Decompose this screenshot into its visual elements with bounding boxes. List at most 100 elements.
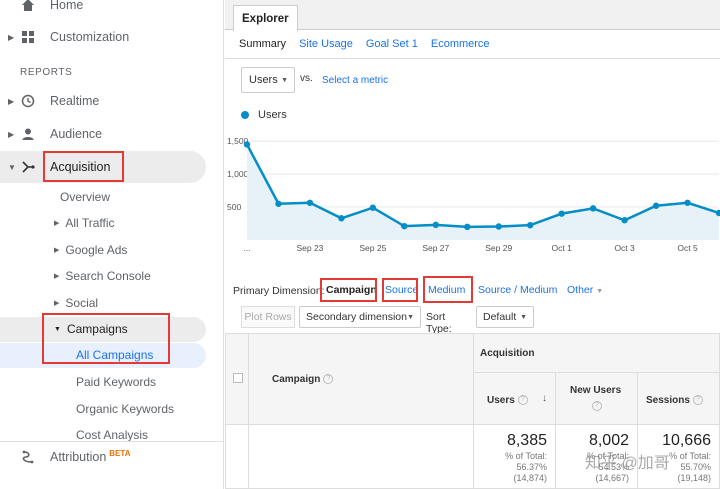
sidebar-item-home[interactable]: Home — [0, 0, 206, 20]
subtab-ecommerce[interactable]: Ecommerce — [431, 38, 490, 50]
sidebar-subitem-google-ads[interactable]: ▶ Google Ads — [54, 238, 127, 262]
metric-select[interactable]: Users ▼ — [241, 67, 295, 93]
clock-icon — [20, 93, 36, 109]
totals-select-cell — [225, 424, 249, 489]
sidebar-subitem-all-traffic[interactable]: ▶ All Traffic — [54, 211, 115, 235]
caret-down-icon: ▼ — [281, 76, 288, 84]
sidebar-item-label: Paid Keywords — [76, 375, 157, 389]
y-tick-label: 1,000 — [227, 169, 249, 179]
dimension-other-label: Other — [567, 284, 594, 296]
help-icon: ? — [323, 374, 334, 385]
campaign-header[interactable]: Campaign? — [272, 374, 334, 385]
new-users-header: New Users — [570, 385, 622, 396]
caret-down-icon: ▼ — [520, 313, 527, 321]
sidebar-item-label: Attribution — [50, 450, 107, 465]
chart-legend: Users — [241, 109, 287, 121]
sidebar-item-label: Social — [65, 296, 99, 310]
sidebar-subitem-paid-keywords[interactable]: Paid Keywords — [76, 370, 156, 394]
divider — [225, 58, 720, 59]
person-icon — [20, 126, 36, 142]
dimension-other[interactable]: Other ▼ — [567, 284, 603, 296]
watermark: 知乎 @加哥 — [585, 455, 670, 472]
select-all-checkbox[interactable] — [233, 373, 243, 383]
users-data-point — [243, 141, 251, 148]
campaigns-annotation-box — [42, 313, 170, 364]
source-annotation-box — [382, 278, 418, 302]
chevron-right-icon: ▶ — [8, 96, 15, 106]
x-tick-label: Oct 1 — [552, 243, 573, 253]
sidebar-item-label: Search Console — [65, 269, 151, 283]
sessions-total: 10,666 — [662, 432, 711, 449]
sidebar-item-label: Cost Analysis — [76, 428, 149, 442]
help-icon: ? — [692, 395, 703, 406]
users-data-point — [684, 199, 691, 206]
users-header-cell[interactable]: Users? ↓ — [473, 372, 556, 425]
users-data-point — [621, 217, 628, 224]
sessions-header: Sessions? — [646, 395, 703, 406]
secondary-dimension-value: Secondary dimension — [306, 311, 407, 323]
chevron-right-icon: ▶ — [54, 300, 60, 307]
sidebar-item-realtime[interactable]: ▶ Realtime — [0, 86, 206, 116]
x-tick-label: Oct 3 — [614, 243, 635, 253]
users-pct: 56.37% — [516, 462, 547, 472]
plot-rows-button[interactable]: Plot Rows — [241, 306, 295, 328]
acquisition-annotation-box — [43, 151, 124, 182]
metric-select-value: Users — [249, 74, 278, 86]
sidebar-item-label: Organic Keywords — [76, 402, 175, 416]
explorer-subtabs: Summary Site Usage Goal Set 1 Ecommerce — [239, 38, 490, 50]
x-tick-label: Sep 27 — [422, 243, 449, 253]
users-data-point — [652, 202, 660, 209]
legend-dot-icon — [241, 111, 249, 119]
sidebar-item-audience[interactable]: ▶ Audience — [0, 119, 206, 149]
users-data-point — [275, 200, 282, 207]
select-metric-link[interactable]: Select a metric — [322, 75, 388, 86]
sidebar-item-label: All Traffic — [65, 216, 115, 230]
chevron-right-icon: ▶ — [8, 32, 15, 42]
tab-explorer[interactable]: Explorer — [233, 5, 298, 31]
sort-type-select[interactable]: Default ▼ — [476, 306, 534, 328]
sidebar-subitem-organic-keywords[interactable]: Organic Keywords — [76, 397, 174, 421]
x-tick-label: ... — [243, 243, 250, 253]
vs-label: vs. — [300, 73, 313, 84]
primary-dimension-label: Primary Dimension: — [233, 285, 325, 297]
subtab-goal-set-1[interactable]: Goal Set 1 — [366, 38, 418, 50]
chevron-down-icon: ▼ — [8, 162, 16, 172]
sessions-of-total: (19,148) — [677, 473, 711, 483]
sessions-header-cell[interactable]: Sessions? — [637, 372, 720, 425]
new-users-of-total: (14,667) — [595, 473, 629, 483]
caret-down-icon: ▼ — [407, 313, 414, 321]
users-data-point — [306, 199, 314, 206]
sidebar: Home ▶ Customization REPORTS ▶ Realtime … — [0, 0, 224, 489]
campaign-annotation-box — [320, 278, 377, 302]
users-data-point — [338, 215, 345, 222]
chevron-right-icon: ▶ — [54, 247, 60, 254]
sidebar-subitem-social[interactable]: ▶ Social — [54, 291, 98, 315]
help-icon: ? — [517, 395, 528, 406]
sort-type-value: Default — [483, 311, 517, 323]
users-data-point — [527, 221, 534, 229]
subtab-summary[interactable]: Summary — [239, 38, 286, 50]
new-users-header-cell[interactable]: New Users ? — [555, 372, 638, 425]
sidebar-item-customization[interactable]: ▶ Customization — [0, 22, 206, 52]
help-icon: ? — [592, 401, 602, 411]
chevron-right-icon: ▶ — [54, 273, 60, 280]
subtab-site-usage[interactable]: Site Usage — [299, 38, 353, 50]
beta-badge: BETA — [109, 449, 131, 459]
sessions-header-label: Sessions — [646, 395, 690, 406]
secondary-dimension-select[interactable]: Secondary dimension ▼ — [299, 306, 421, 328]
home-icon — [20, 0, 36, 13]
sidebar-subitem-search-console[interactable]: ▶ Search Console — [54, 264, 151, 288]
dimension-source-medium[interactable]: Source / Medium — [478, 284, 557, 296]
users-header: Users? — [487, 395, 528, 406]
chevron-right-icon: ▶ — [8, 129, 15, 139]
sidebar-item-label: Google Ads — [65, 243, 128, 257]
medium-annotation-box — [423, 276, 473, 303]
customization-icon — [20, 29, 36, 45]
sidebar-subitem-overview[interactable]: Overview — [60, 185, 110, 209]
sidebar-item-label: Overview — [60, 190, 111, 204]
sort-descending-icon: ↓ — [542, 393, 547, 404]
sidebar-item-attribution[interactable]: Attribution BETA — [0, 442, 206, 472]
sidebar-item-label: Realtime — [50, 94, 100, 108]
users-pct-label: % of Total: — [505, 451, 547, 461]
users-data-point — [401, 222, 408, 230]
